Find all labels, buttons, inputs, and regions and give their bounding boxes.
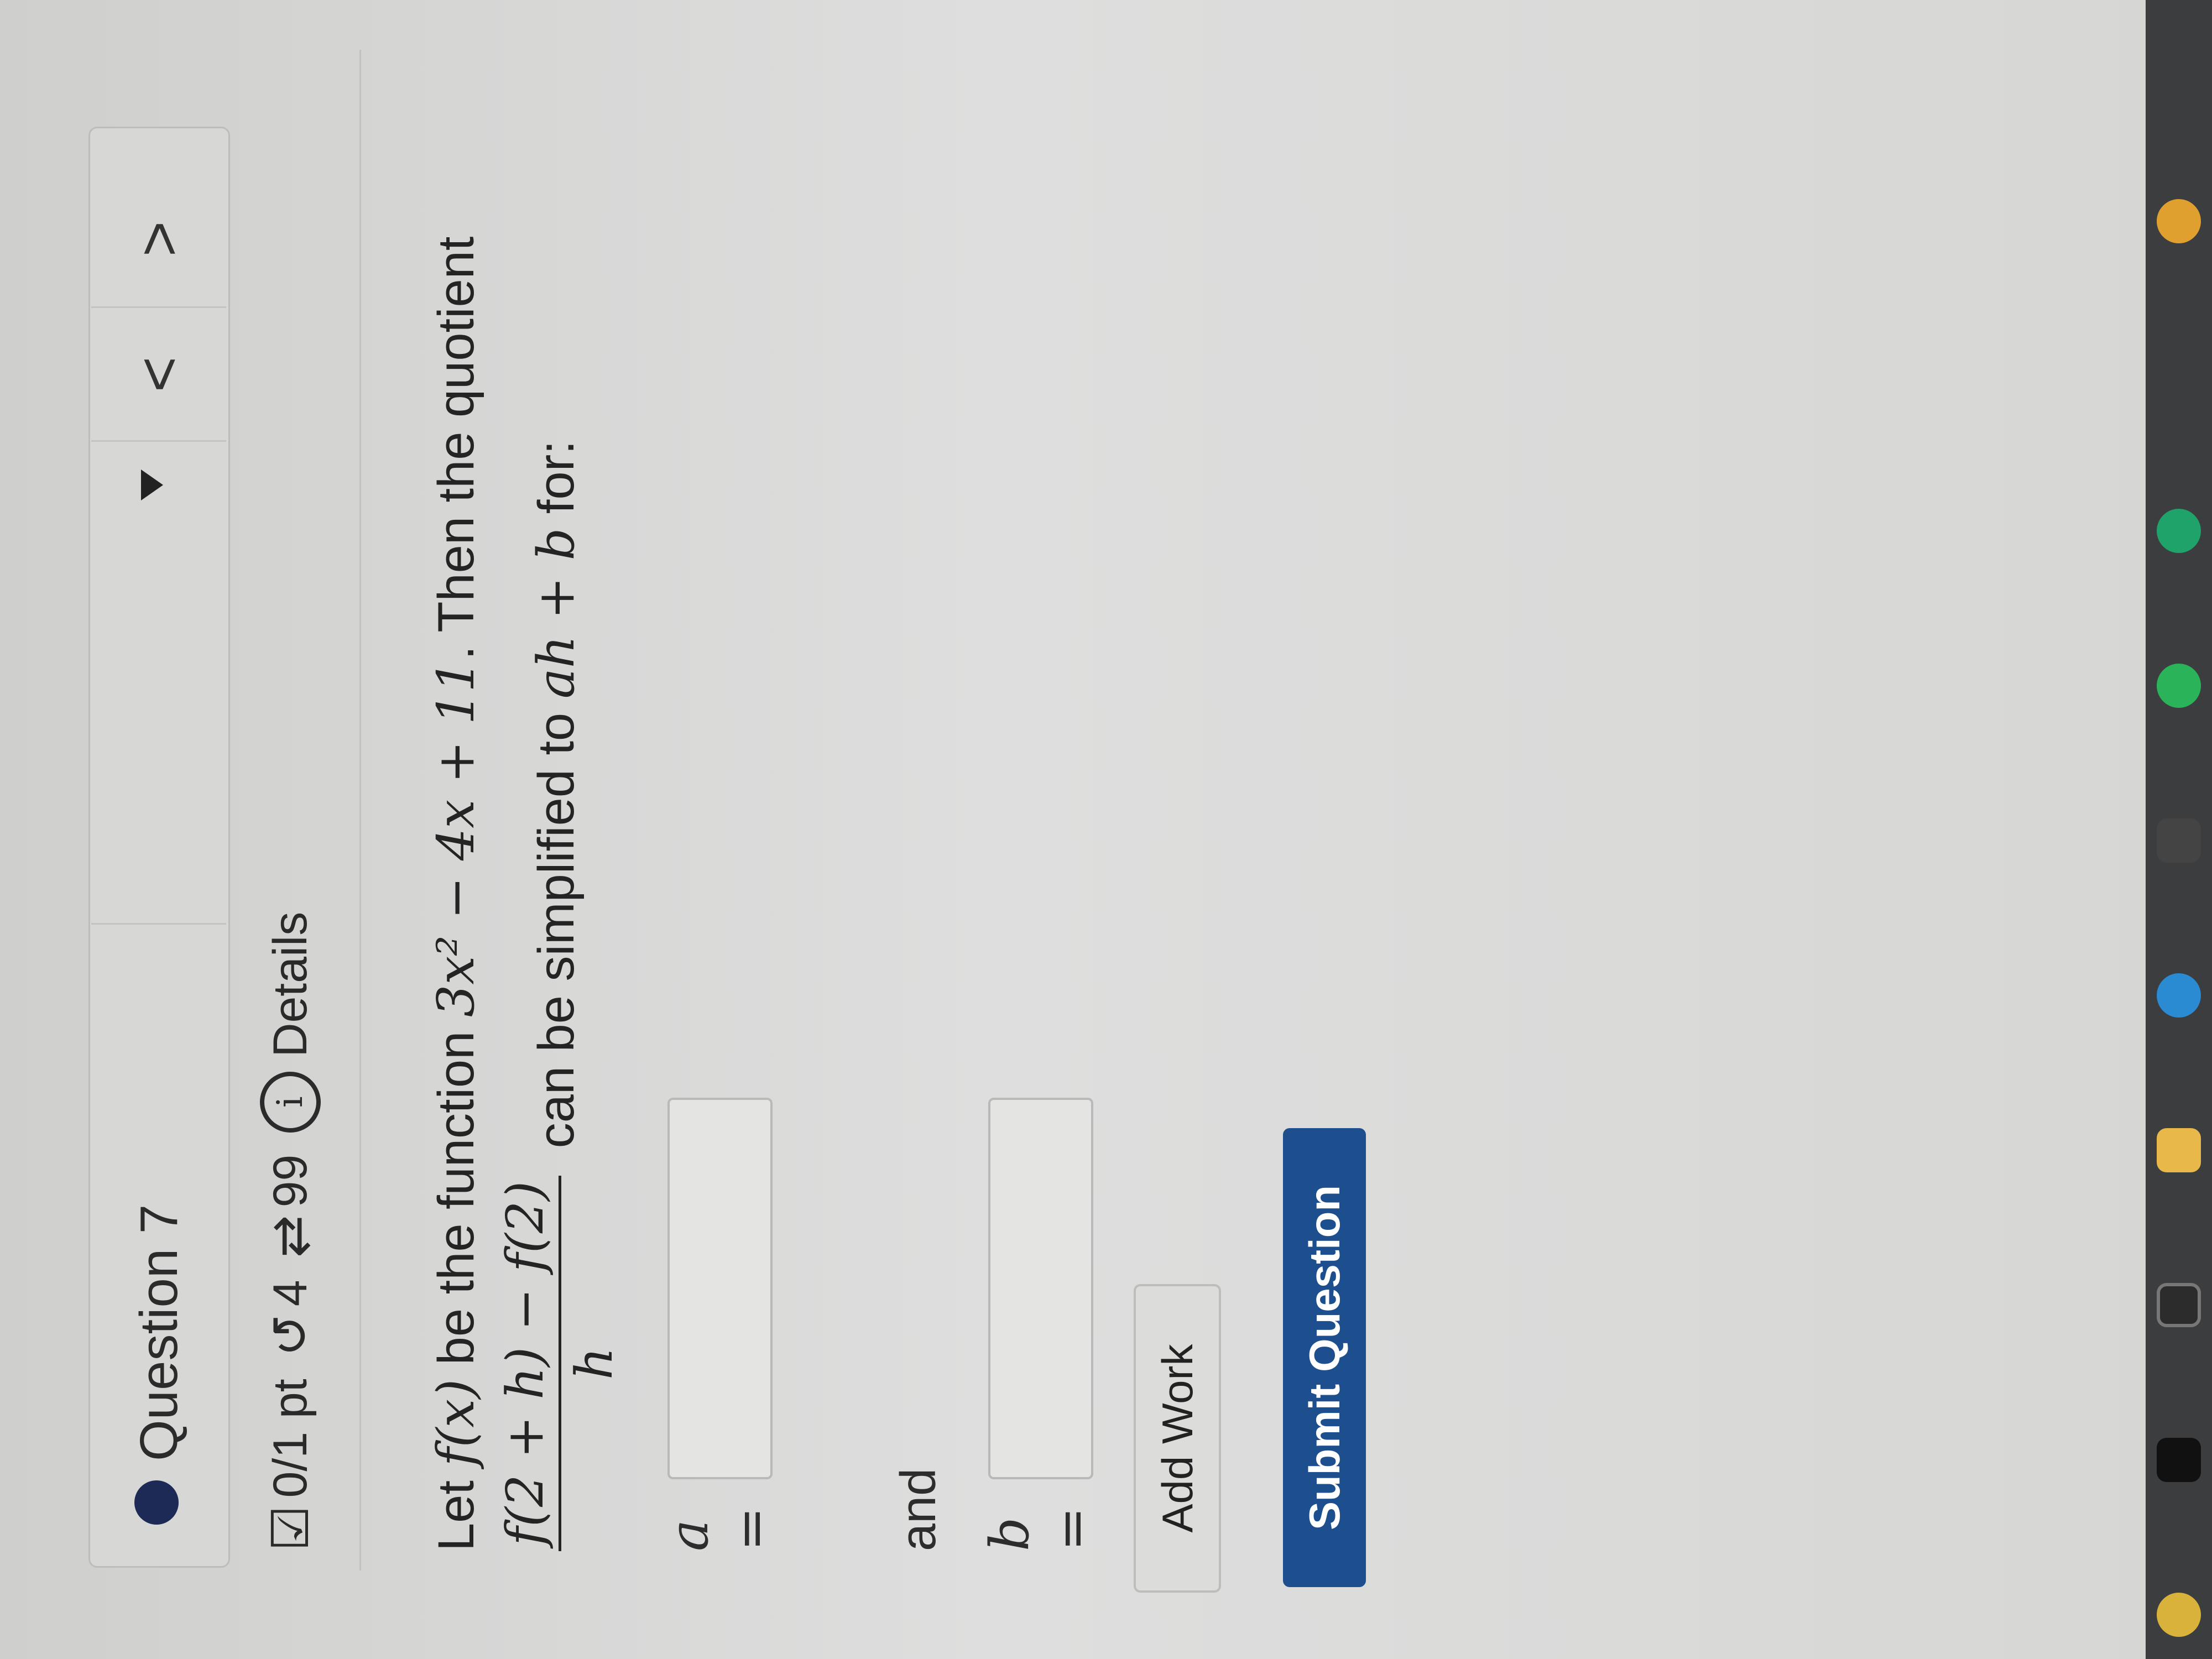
retry-icon: ⇄ xyxy=(262,1215,319,1258)
details-link[interactable]: i Details xyxy=(260,912,321,1133)
attempts-count: 4 xyxy=(263,1280,317,1307)
divider xyxy=(359,50,361,1571)
details-label: Details xyxy=(263,911,317,1057)
files-icon[interactable] xyxy=(2157,1128,2201,1172)
b-input[interactable] xyxy=(988,1098,1093,1479)
question-title: Question 7 xyxy=(129,1204,189,1461)
attempts-icon: ↺ xyxy=(262,1314,319,1357)
camera-icon[interactable] xyxy=(2157,1283,2201,1327)
simplified-form: ah + b xyxy=(526,528,586,699)
a-label: a = xyxy=(658,1506,782,1551)
next-question-button[interactable]: > xyxy=(91,173,226,305)
taskbar xyxy=(2146,0,2212,1659)
quotient-denominator: h xyxy=(565,1347,624,1380)
add-work-button[interactable]: Add Work xyxy=(1134,1284,1221,1593)
edge-icon[interactable] xyxy=(2157,509,2201,553)
app-icon[interactable] xyxy=(2157,1438,2201,1482)
answer-b-row: b = xyxy=(979,1098,1103,1551)
answer-a-row: a = xyxy=(658,1098,782,1551)
difference-quotient: f(2 + h) − f(2) h xyxy=(492,1175,628,1551)
dropdown-arrow-icon xyxy=(141,469,163,500)
question-status-dot xyxy=(134,1480,179,1525)
quotient-numerator: f(2 + h) − f(2) xyxy=(492,1175,561,1551)
question-meta: ☑ 0/1 pt ↺ 4 ⇄ 99 i Details xyxy=(260,912,321,1551)
submit-question-button[interactable]: Submit Question xyxy=(1283,1128,1366,1587)
score-checkbox-icon: ☑ xyxy=(262,1505,319,1551)
screen: Question 7 < > ☑ 0/1 pt ↺ 4 ⇄ 99 i Detai… xyxy=(0,0,2212,1659)
chrome-icon[interactable] xyxy=(2157,199,2201,243)
audible-icon[interactable] xyxy=(2157,1593,2201,1637)
and-text: and xyxy=(891,1468,946,1551)
a-input[interactable] xyxy=(667,1098,773,1479)
spotify-icon[interactable] xyxy=(2157,664,2201,708)
previous-question-button[interactable]: < xyxy=(91,306,226,441)
problem-statement: Let f(x) be the function 3x² − 4x + 11. … xyxy=(420,58,628,1551)
store-icon[interactable] xyxy=(2157,818,2201,863)
question-header: Question 7 < > xyxy=(88,127,230,1568)
fx-symbol: f(x) xyxy=(426,1379,486,1467)
b-label: b = xyxy=(979,1506,1103,1551)
retries-count: 99 xyxy=(263,1154,317,1208)
score-text: 0/1 pt xyxy=(263,1379,317,1498)
question-selector[interactable] xyxy=(91,440,226,925)
function-expression: 3x² − 4x + 11 xyxy=(426,660,486,1018)
browser-icon[interactable] xyxy=(2157,973,2201,1018)
info-icon: i xyxy=(260,1071,321,1133)
